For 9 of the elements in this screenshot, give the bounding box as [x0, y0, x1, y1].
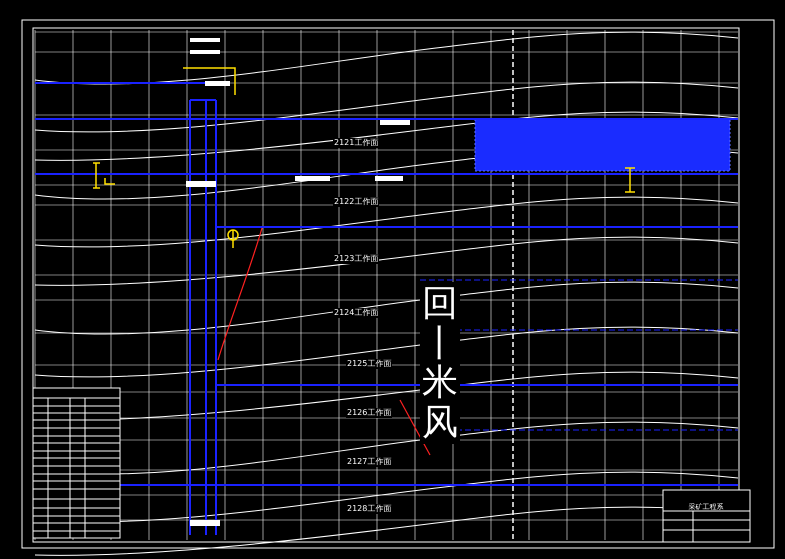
- workface-label: 2124工作面: [333, 308, 380, 318]
- workface-label: 2126工作面: [346, 408, 392, 418]
- workface-label: 2122工作面: [333, 197, 380, 207]
- workface-label: 2123工作面: [333, 254, 380, 264]
- workface-label: 2125工作面: [346, 359, 392, 369]
- workface-label: 2127工作面: [346, 457, 392, 467]
- workface-label: 2128工作面: [346, 504, 392, 514]
- handwritten-annotation: 回丨米风: [420, 282, 460, 444]
- workface-label: 2121工作面: [333, 138, 380, 148]
